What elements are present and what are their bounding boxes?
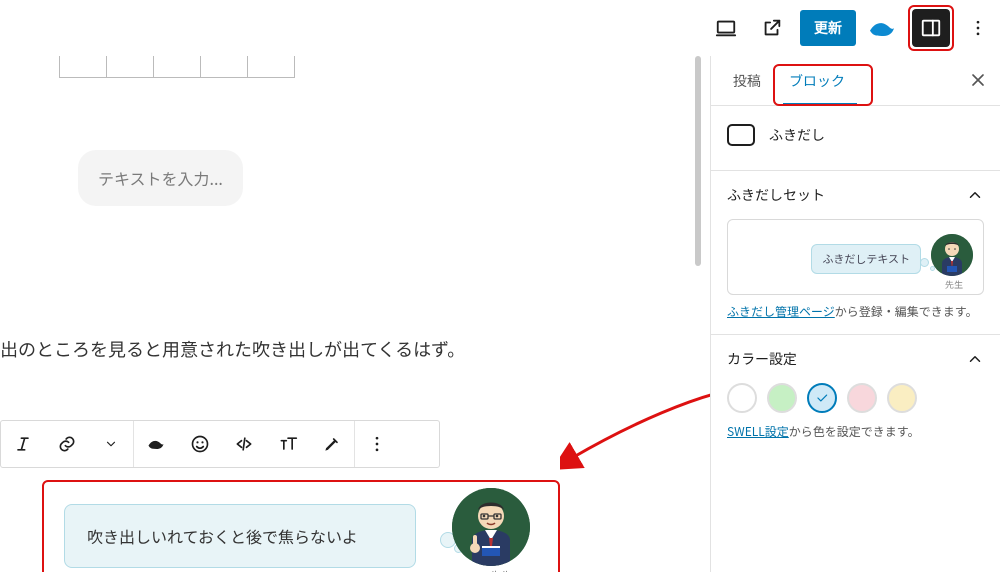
- highlight-button[interactable]: [310, 420, 354, 468]
- speech-bubble-placeholder[interactable]: テキストを入力...: [78, 150, 243, 206]
- block-toolbar: [0, 420, 440, 468]
- more-rich-text-dropdown[interactable]: [89, 420, 133, 468]
- link-button[interactable]: [45, 420, 89, 468]
- close-sidebar-button[interactable]: [968, 70, 988, 94]
- preview-avatar: [931, 234, 973, 276]
- paragraph-text[interactable]: 出のところを見ると用意された吹き出しが出てくるはず。: [0, 336, 465, 362]
- italic-button[interactable]: [1, 420, 45, 468]
- settings-panel-toggle[interactable]: [912, 9, 950, 47]
- chevron-up-icon: [966, 186, 984, 204]
- tab-post[interactable]: 投稿: [719, 56, 775, 106]
- section-title: ふきだしセット: [727, 185, 825, 205]
- swell-settings-note: から色を設定できます。: [789, 423, 920, 440]
- selected-block-highlight: 吹き出しいれておくと後で焦らないよ: [42, 480, 560, 572]
- settings-sidebar: 投稿 ブロック ふきだし ふきだしセット ふきだしテキスト: [710, 56, 1000, 572]
- settings-panel-toggle-highlight: [908, 5, 954, 51]
- bubble-set-preview[interactable]: ふきだしテキスト 先生: [727, 219, 984, 295]
- tab-block-highlight: [773, 64, 873, 106]
- code-button[interactable]: [222, 420, 266, 468]
- section-header-color[interactable]: カラー設定: [711, 335, 1000, 383]
- speech-bubble-block-icon: [727, 124, 755, 146]
- preview-bubble-text: ふきだしテキスト: [811, 244, 921, 274]
- color-swatches: [711, 383, 1000, 423]
- speaker-avatar[interactable]: [452, 488, 530, 566]
- chevron-up-icon: [966, 350, 984, 368]
- more-menu-button[interactable]: [964, 10, 992, 46]
- editor-scrollbar[interactable]: [695, 56, 701, 266]
- color-swatch-green[interactable]: [767, 383, 797, 413]
- bubble-manage-note: から登録・編集できます。: [835, 303, 978, 320]
- table-row: [60, 56, 295, 78]
- speaker-name-label[interactable]: 先生: [490, 568, 512, 572]
- color-swatch-white[interactable]: [727, 383, 757, 413]
- preview-avatar-name: 先生: [945, 278, 963, 291]
- sidebar-tabs: 投稿 ブロック: [711, 56, 1000, 106]
- emoji-button[interactable]: [178, 420, 222, 468]
- swell-format-button[interactable]: [134, 420, 178, 468]
- swell-logo-icon[interactable]: [866, 10, 898, 46]
- block-type-header: ふきだし: [711, 106, 1000, 170]
- block-type-name: ふきだし: [769, 125, 825, 145]
- font-size-button[interactable]: [266, 420, 310, 468]
- update-button[interactable]: 更新: [800, 10, 856, 46]
- section-header-bubble-set[interactable]: ふきだしセット: [711, 171, 1000, 219]
- color-swatch-yellow[interactable]: [887, 383, 917, 413]
- swell-settings-link[interactable]: SWELL設定: [727, 423, 789, 440]
- block-more-button[interactable]: [355, 420, 399, 468]
- speech-bubble-text[interactable]: 吹き出しいれておくと後で焦らないよ: [64, 504, 416, 568]
- color-swatch-red[interactable]: [847, 383, 877, 413]
- bubble-manage-link[interactable]: ふきだし管理ページ: [727, 303, 835, 320]
- color-swatch-blue[interactable]: [807, 383, 837, 413]
- external-link-button[interactable]: [754, 10, 790, 46]
- device-view-button[interactable]: [708, 10, 744, 46]
- section-title: カラー設定: [727, 349, 797, 369]
- editor-canvas: テキストを入力... 出のところを見ると用意された吹き出しが出てくるはず。: [0, 56, 690, 572]
